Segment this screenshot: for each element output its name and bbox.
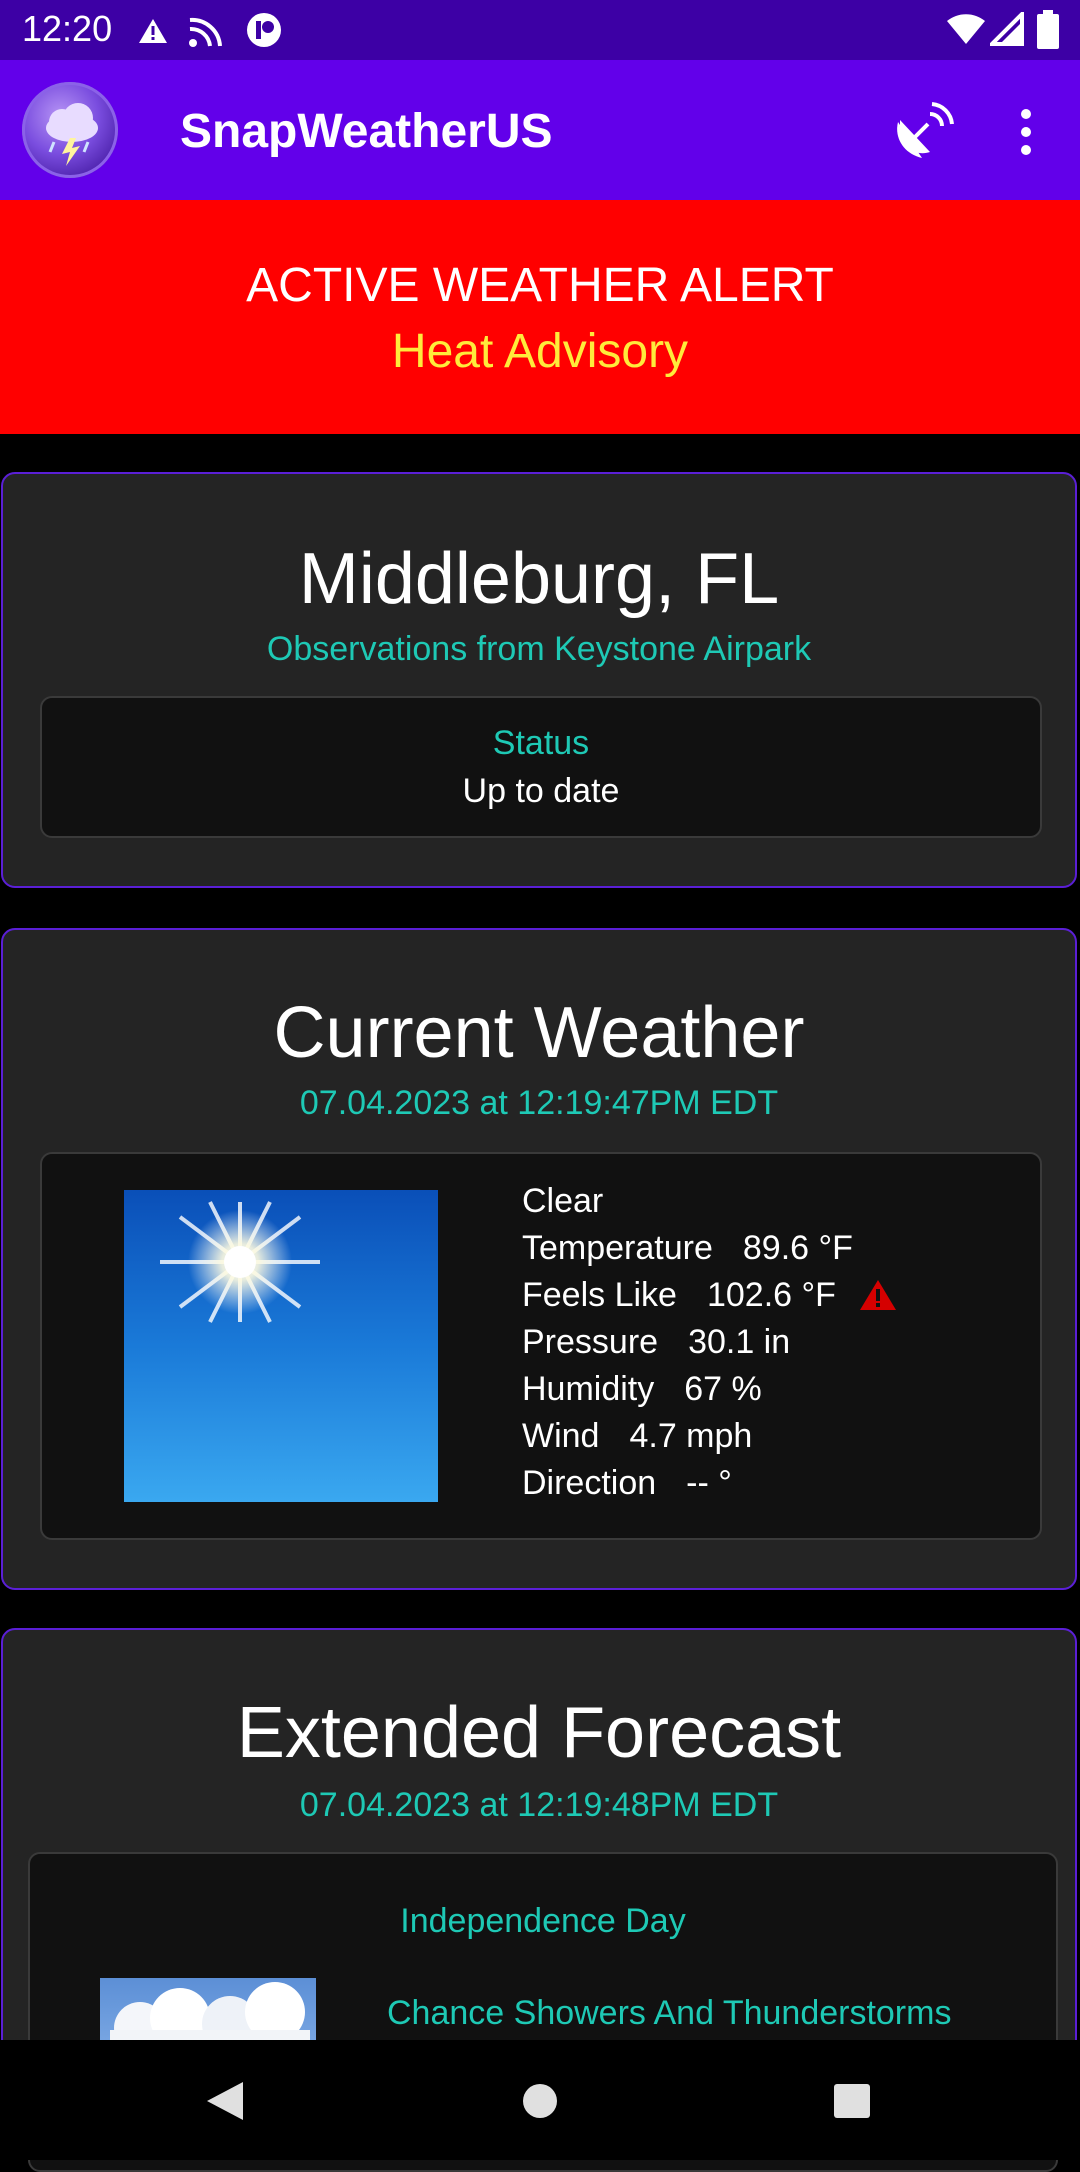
feels-like-value: 102.6 °F (706, 1276, 836, 1314)
direction-row: Direction -- ° (522, 1460, 898, 1507)
direction-label: Direction (522, 1464, 657, 1502)
weather-condition: Clear (522, 1182, 604, 1220)
radar-dish-icon[interactable] (890, 100, 954, 164)
alert-heading: ACTIVE WEATHER ALERT (246, 259, 834, 312)
feels-like-row: Feels Like 102.6 °F (522, 1272, 898, 1319)
recents-icon[interactable] (833, 2083, 871, 2119)
current-weather-card: Current Weather 07.04.2023 at 12:19:47PM… (1, 928, 1077, 1590)
wind-value: 4.7 mph (629, 1417, 753, 1455)
battery-icon (1037, 10, 1059, 49)
extended-forecast-timestamp: 07.04.2023 at 12:19:48PM EDT (299, 1786, 779, 1824)
app-title: SnapWeatherUS (180, 105, 553, 158)
forecast-period-name: Independence Day (400, 1902, 686, 1940)
direction-value: -- ° (686, 1464, 732, 1502)
notification-app-icon (247, 13, 281, 47)
status-label: Status (492, 724, 590, 762)
wind-label: Wind (522, 1417, 600, 1455)
wind-row: Wind 4.7 mph (522, 1413, 898, 1460)
status-panel: Status Up to date (40, 696, 1042, 838)
home-icon[interactable] (522, 2083, 558, 2119)
storm-cloud-logo-icon[interactable] (22, 82, 118, 178)
extended-forecast-title: Extended Forecast (236, 1693, 842, 1773)
humidity-row: Humidity 67 % (522, 1366, 898, 1413)
cast-icon (189, 17, 222, 47)
current-weather-timestamp: 07.04.2023 at 12:19:47PM EDT (299, 1084, 779, 1122)
humidity-label: Humidity (522, 1370, 655, 1408)
pressure-row: Pressure 30.1 in (522, 1319, 898, 1366)
temperature-row: Temperature 89.6 °F (522, 1225, 898, 1272)
alert-type: Heat Advisory (391, 325, 689, 378)
status-time: 12:20 (22, 8, 113, 49)
temperature-label: Temperature (522, 1229, 713, 1267)
location-card: Middleburg, FL Observations from Keyston… (1, 472, 1077, 888)
status-bar: 12:20 (0, 0, 1080, 60)
feels-like-label: Feels Like (522, 1276, 677, 1314)
observation-station: Observations from Keystone Airpark (266, 630, 812, 668)
sun-clear-icon (124, 1190, 438, 1502)
temperature-value: 89.6 °F (742, 1229, 853, 1267)
current-weather-title: Current Weather (273, 993, 805, 1073)
pressure-value: 30.1 in (688, 1323, 791, 1361)
wifi-icon (947, 14, 985, 44)
pressure-label: Pressure (522, 1323, 659, 1361)
app-bar: SnapWeatherUS (0, 60, 1080, 200)
city-name: Middleburg, FL (298, 539, 780, 619)
navigation-bar (0, 2040, 1080, 2160)
signal-icon (990, 12, 1024, 46)
forecast-summary: Chance Showers And Thunderstorms (387, 1994, 952, 2032)
back-icon[interactable] (205, 2080, 245, 2122)
warning-triangle-icon[interactable] (858, 1278, 898, 1312)
overflow-menu-icon[interactable] (1008, 106, 1044, 158)
weather-details: Clear Temperature 89.6 °F Feels Like 102.6… (522, 1178, 898, 1507)
alert-triangle-icon (139, 19, 167, 43)
status-value: Up to date (462, 772, 620, 810)
humidity-value: 67 % (684, 1370, 762, 1408)
weather-alert-banner[interactable]: ACTIVE WEATHER ALERT Heat Advisory (0, 200, 1080, 434)
current-weather-panel: Clear Temperature 89.6 °F Feels Like 102.6… (40, 1152, 1042, 1540)
